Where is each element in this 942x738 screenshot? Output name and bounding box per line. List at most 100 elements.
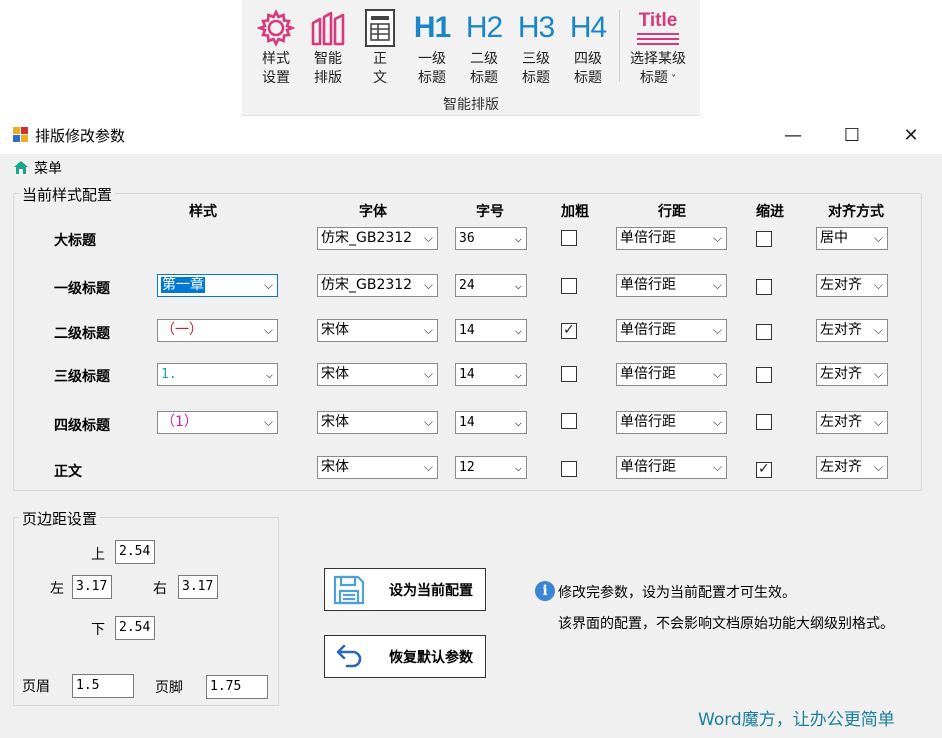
align-select-h1[interactable]: 左对齐 ⌵ — [816, 274, 888, 297]
minimize-button[interactable]: — — [770, 122, 816, 148]
bold-checkbox-h3[interactable] — [561, 366, 577, 382]
set-current-config-label: 设为当前配置 — [389, 583, 473, 599]
heading4-button[interactable]: H4 四级 标题 — [564, 6, 612, 88]
heading1-button[interactable]: H1 一级 标题 — [408, 6, 456, 88]
ribbon-group-label: 智能排版 — [443, 97, 499, 113]
font-select-h4[interactable]: 宋体 ⌵ — [317, 411, 438, 434]
align-select-h4[interactable]: 左对齐 ⌵ — [816, 411, 888, 434]
select-heading-button[interactable]: Title 选择某级 标题 ˅ — [626, 6, 690, 89]
style-select-h4[interactable]: （1） ⌵ — [157, 411, 278, 434]
col-indent: 缩进 — [756, 204, 784, 220]
indent-checkbox-h3[interactable] — [756, 367, 772, 383]
chevron-down-icon: ⌵ — [712, 367, 722, 381]
chevron-down-icon: ⌵ — [423, 231, 433, 245]
footer-input[interactable]: 1.75 — [206, 675, 268, 699]
spacing-select-title[interactable]: 单倍行距 ⌵ — [616, 227, 727, 250]
heading3-button[interactable]: H3 三级 标题 — [512, 6, 560, 88]
style-config-title: 当前样式配置 — [19, 184, 116, 205]
smart-layout-label2: 排版 — [314, 70, 342, 86]
select-heading-label2: 标题 — [639, 70, 668, 86]
font-select-h2[interactable]: 宋体 ⌵ — [317, 319, 438, 342]
heading3-label2: 标题 — [522, 70, 550, 86]
align-select-body[interactable]: 左对齐 ⌵ — [816, 456, 888, 479]
margin-left-input[interactable]: 3.17 — [72, 575, 112, 599]
margin-top-input[interactable]: 2.54 — [115, 540, 155, 564]
smart-layout-button[interactable]: 智能 排版 — [304, 6, 352, 88]
h1-icon: H1 — [413, 11, 451, 44]
size-select-h2[interactable]: 14 ⌵ — [455, 319, 527, 342]
font-select-body[interactable]: 宋体 ⌵ — [317, 456, 438, 479]
bold-checkbox-title[interactable] — [561, 230, 577, 246]
bold-checkbox-h1[interactable] — [561, 278, 577, 294]
chevron-down-icon: ⌵ — [423, 323, 433, 337]
check-icon: ✓ — [563, 322, 575, 338]
font-select-title[interactable]: 仿宋_GB2312 ⌵ — [317, 227, 438, 250]
body-text-label1: 正 — [373, 51, 387, 67]
size-select-h3[interactable]: 14 ⌵ — [455, 363, 527, 386]
spacing-select-h1[interactable]: 单倍行距 ⌵ — [616, 274, 727, 297]
chevron-down-icon: ⌵ — [423, 367, 433, 381]
style-select-h3[interactable]: 1. ⌵ — [157, 363, 278, 386]
indent-checkbox-h2[interactable] — [756, 324, 772, 340]
size-select-title[interactable]: 36 ⌵ — [455, 227, 527, 250]
spacing-select-h3[interactable]: 单倍行距 ⌵ — [616, 363, 727, 386]
chevron-down-icon: ⌵ — [514, 278, 522, 292]
header-input[interactable]: 1.5 — [72, 674, 134, 698]
app-icon — [13, 127, 28, 142]
h4-icon: H4 — [569, 11, 607, 44]
chevron-down-icon: ⌵ — [873, 460, 883, 474]
style-select-h1[interactable]: 第一章 ⌵ — [157, 274, 278, 297]
font-select-h1[interactable]: 仿宋_GB2312 ⌵ — [317, 274, 438, 297]
margin-right-input[interactable]: 3.17 — [178, 575, 218, 599]
chevron-down-icon: ⌵ — [423, 278, 433, 292]
restore-default-button[interactable]: 恢复默认参数 — [324, 635, 486, 678]
align-select-h3[interactable]: 左对齐 ⌵ — [816, 363, 888, 386]
col-size: 字号 — [476, 204, 504, 220]
heading4-label1: 四级 — [574, 51, 602, 67]
chevron-down-icon: ⌵ — [514, 367, 522, 381]
bold-checkbox-h4[interactable] — [561, 413, 577, 429]
heading2-button[interactable]: H2 二级 标题 — [460, 6, 508, 88]
spacing-select-body[interactable]: 单倍行距 ⌵ — [616, 456, 727, 479]
col-bold: 加粗 — [561, 204, 589, 220]
body-text-label2: 文 — [373, 70, 387, 86]
font-select-h3[interactable]: 宋体 ⌵ — [317, 363, 438, 386]
bold-checkbox-body[interactable] — [561, 461, 577, 477]
size-select-h4[interactable]: 14 ⌵ — [455, 411, 527, 434]
col-spacing: 行距 — [658, 204, 686, 220]
chevron-down-icon: ⌵ — [263, 323, 273, 337]
spacing-select-h2[interactable]: 单倍行距 ⌵ — [616, 319, 727, 342]
menu-item[interactable]: 菜单 — [34, 158, 62, 178]
indent-checkbox-body[interactable]: ✓ — [756, 461, 772, 478]
select-heading-label1: 选择某级 — [630, 51, 686, 67]
minimize-icon: — — [784, 124, 802, 146]
spacing-select-h4[interactable]: 单倍行距 ⌵ — [616, 411, 727, 434]
row-label-h4: 四级标题 — [54, 418, 110, 434]
style-settings-button[interactable]: 样式 设置 — [252, 6, 300, 88]
chevron-down-icon: ⌵ — [873, 323, 883, 337]
set-current-config-button[interactable]: 设为当前配置 — [324, 568, 486, 611]
body-text-button[interactable]: 正 文 — [356, 6, 404, 88]
heading2-label1: 二级 — [470, 51, 498, 67]
bold-checkbox-h2[interactable]: ✓ — [561, 322, 577, 339]
indent-checkbox-h1[interactable] — [756, 279, 772, 295]
maximize-button[interactable]: ☐ — [829, 122, 875, 148]
align-select-title[interactable]: 居中 ⌵ — [816, 227, 888, 250]
size-select-h1[interactable]: 24 ⌵ — [455, 274, 527, 297]
info-icon: i — [535, 581, 555, 601]
chevron-down-icon: ⌵ — [712, 278, 722, 292]
align-select-h2[interactable]: 左对齐 ⌵ — [816, 319, 888, 342]
margin-bottom-input[interactable]: 2.54 — [115, 616, 155, 640]
columns-icon — [311, 11, 345, 46]
size-select-body[interactable]: 12 ⌵ — [455, 456, 527, 479]
heading2-label2: 标题 — [470, 70, 498, 86]
chevron-down-icon: ⌵ — [514, 415, 522, 429]
style-settings-label1: 样式 — [262, 51, 290, 67]
check-icon: ✓ — [758, 461, 770, 477]
indent-checkbox-title[interactable] — [756, 231, 772, 247]
indent-checkbox-h4[interactable] — [756, 414, 772, 430]
maximize-icon: ☐ — [843, 124, 861, 146]
close-button[interactable]: ✕ — [888, 122, 934, 148]
style-select-h2[interactable]: （一） ⌵ — [157, 319, 278, 342]
chevron-down-icon: ⌵ — [423, 460, 433, 474]
